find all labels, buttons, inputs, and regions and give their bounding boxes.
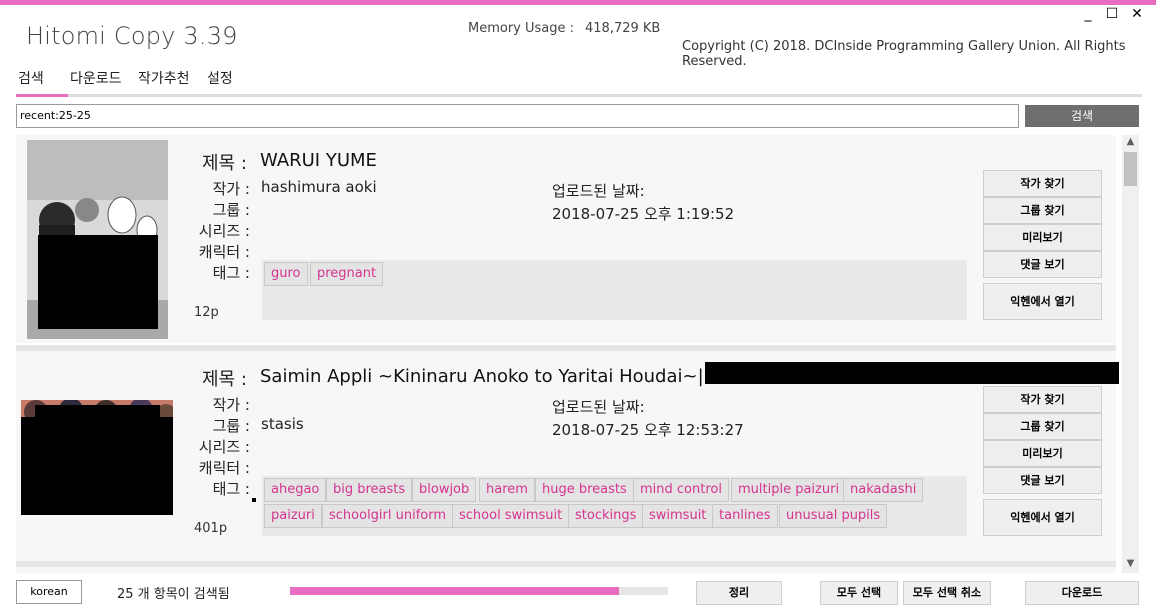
censor-block: [705, 362, 1119, 384]
tag-chip[interactable]: school swimsuit: [452, 504, 570, 528]
tab-search[interactable]: 검색: [18, 68, 44, 88]
character-label: 캐릭터 :: [198, 459, 250, 477]
search-input[interactable]: recent:25-25: [16, 104, 1019, 128]
censor-block: [38, 235, 158, 329]
memory-usage-value: 418,729 KB: [585, 21, 661, 36]
tidy-button[interactable]: 정리: [696, 581, 782, 605]
tag-chip[interactable]: pregnant: [310, 262, 384, 286]
tag-chip[interactable]: huge breasts: [535, 478, 634, 502]
tag-chip[interactable]: schoolgirl uniform: [322, 504, 454, 528]
deselect-all-button[interactable]: 모두 선택 취소: [903, 581, 991, 605]
tag-chip[interactable]: mind control: [633, 478, 729, 502]
preview-button[interactable]: 미리보기: [983, 440, 1102, 467]
vertical-scrollbar[interactable]: [1122, 135, 1139, 573]
tag-chip[interactable]: unusual pupils: [779, 504, 888, 528]
accent-top-bar: [0, 0, 1156, 5]
memory-usage-label: Memory Usage :: [468, 21, 575, 36]
uploaded-label: 업로드된 날짜:: [552, 182, 645, 200]
language-field[interactable]: korean: [16, 580, 82, 604]
scroll-up-arrow-icon[interactable]: ▲: [1122, 136, 1139, 150]
artist-label: 작가 :: [212, 396, 250, 414]
close-button[interactable]: ✕: [1127, 6, 1147, 26]
page-count: 401p: [194, 521, 228, 536]
minimize-button[interactable]: _: [1078, 6, 1098, 26]
censor-block: [35, 405, 160, 419]
tag-chip[interactable]: tanlines: [712, 504, 778, 528]
tag-panel: ahegao big breasts blowjob harem huge br…: [262, 476, 967, 536]
scrollbar-thumb[interactable]: [1124, 152, 1137, 186]
tags-label: 태그 :: [212, 480, 250, 498]
scroll-down-arrow-icon[interactable]: ▼: [1122, 558, 1139, 572]
series-label: 시리즈 :: [198, 438, 250, 456]
group-value: stasis: [261, 415, 304, 433]
tag-chip[interactable]: ahegao: [264, 478, 327, 502]
group-label: 그룹 :: [212, 201, 250, 219]
result-title: Saimin Appli ~Kininaru Anoko to Yaritai …: [260, 366, 704, 387]
card-divider: [16, 561, 1116, 567]
tag-chip[interactable]: blowjob: [412, 478, 477, 502]
find-group-button[interactable]: 그룹 찾기: [983, 413, 1102, 440]
preview-button[interactable]: 미리보기: [983, 224, 1102, 251]
tag-chip[interactable]: multiple paizuri: [731, 478, 847, 502]
tag-panel: guro pregnant: [262, 260, 967, 320]
group-label: 그룹 :: [212, 417, 250, 435]
select-all-button[interactable]: 모두 선택: [820, 581, 898, 605]
tag-chip[interactable]: nakadashi: [843, 478, 924, 502]
find-artist-button[interactable]: 작가 찾기: [983, 386, 1102, 413]
tab-download[interactable]: 다운로드: [70, 68, 122, 88]
result-title: WARUI YUME: [260, 150, 377, 171]
uploaded-value: 2018-07-25 오후 12:53:27: [552, 421, 744, 439]
download-button[interactable]: 다운로드: [1025, 581, 1139, 605]
tag-chip[interactable]: paizuri: [264, 504, 322, 528]
tag-chip[interactable]: swimsuit: [642, 504, 714, 528]
censor-block: [21, 417, 173, 515]
open-exhentai-button[interactable]: 익헨에서 열기: [983, 499, 1102, 536]
artist-value: hashimura aoki: [261, 178, 377, 196]
copyright-text: Copyright (C) 2018. DCInside Programming…: [682, 39, 1126, 69]
result-count-status: 25 개 항목이 검색됨: [117, 587, 230, 602]
find-group-button[interactable]: 그룹 찾기: [983, 197, 1102, 224]
tab-artist-recommend[interactable]: 작가추천: [138, 68, 190, 88]
tab-strip-line: [16, 94, 1142, 97]
character-label: 캐릭터 :: [198, 243, 250, 261]
tag-chip[interactable]: big breasts: [326, 478, 413, 502]
title-label: 제목 :: [202, 369, 247, 390]
title-label: 제목 :: [202, 153, 247, 174]
tag-chip[interactable]: guro: [264, 262, 308, 286]
active-tab-indicator: [16, 94, 68, 97]
tag-chip[interactable]: stockings: [568, 504, 644, 528]
tags-label: 태그 :: [212, 264, 250, 282]
app-title: Hitomi Copy 3.39: [26, 22, 238, 50]
comments-button[interactable]: 댓글 보기: [983, 467, 1102, 494]
artist-label: 작가 :: [212, 180, 250, 198]
uploaded-label: 업로드된 날짜:: [552, 398, 645, 416]
progress-bar: [290, 587, 668, 595]
tag-chip[interactable]: harem: [479, 478, 535, 502]
selection-dot: [252, 498, 256, 502]
open-exhentai-button[interactable]: 익헨에서 열기: [983, 283, 1102, 320]
page-count: 12p: [194, 305, 219, 320]
series-label: 시리즈 :: [198, 222, 250, 240]
find-artist-button[interactable]: 작가 찾기: [983, 170, 1102, 197]
progress-fill: [290, 587, 619, 595]
tab-settings[interactable]: 설정: [207, 68, 233, 88]
search-button[interactable]: 검색: [1025, 105, 1139, 127]
uploaded-value: 2018-07-25 오후 1:19:52: [552, 205, 735, 223]
maximize-button[interactable]: ☐: [1102, 6, 1122, 26]
comments-button[interactable]: 댓글 보기: [983, 251, 1102, 278]
